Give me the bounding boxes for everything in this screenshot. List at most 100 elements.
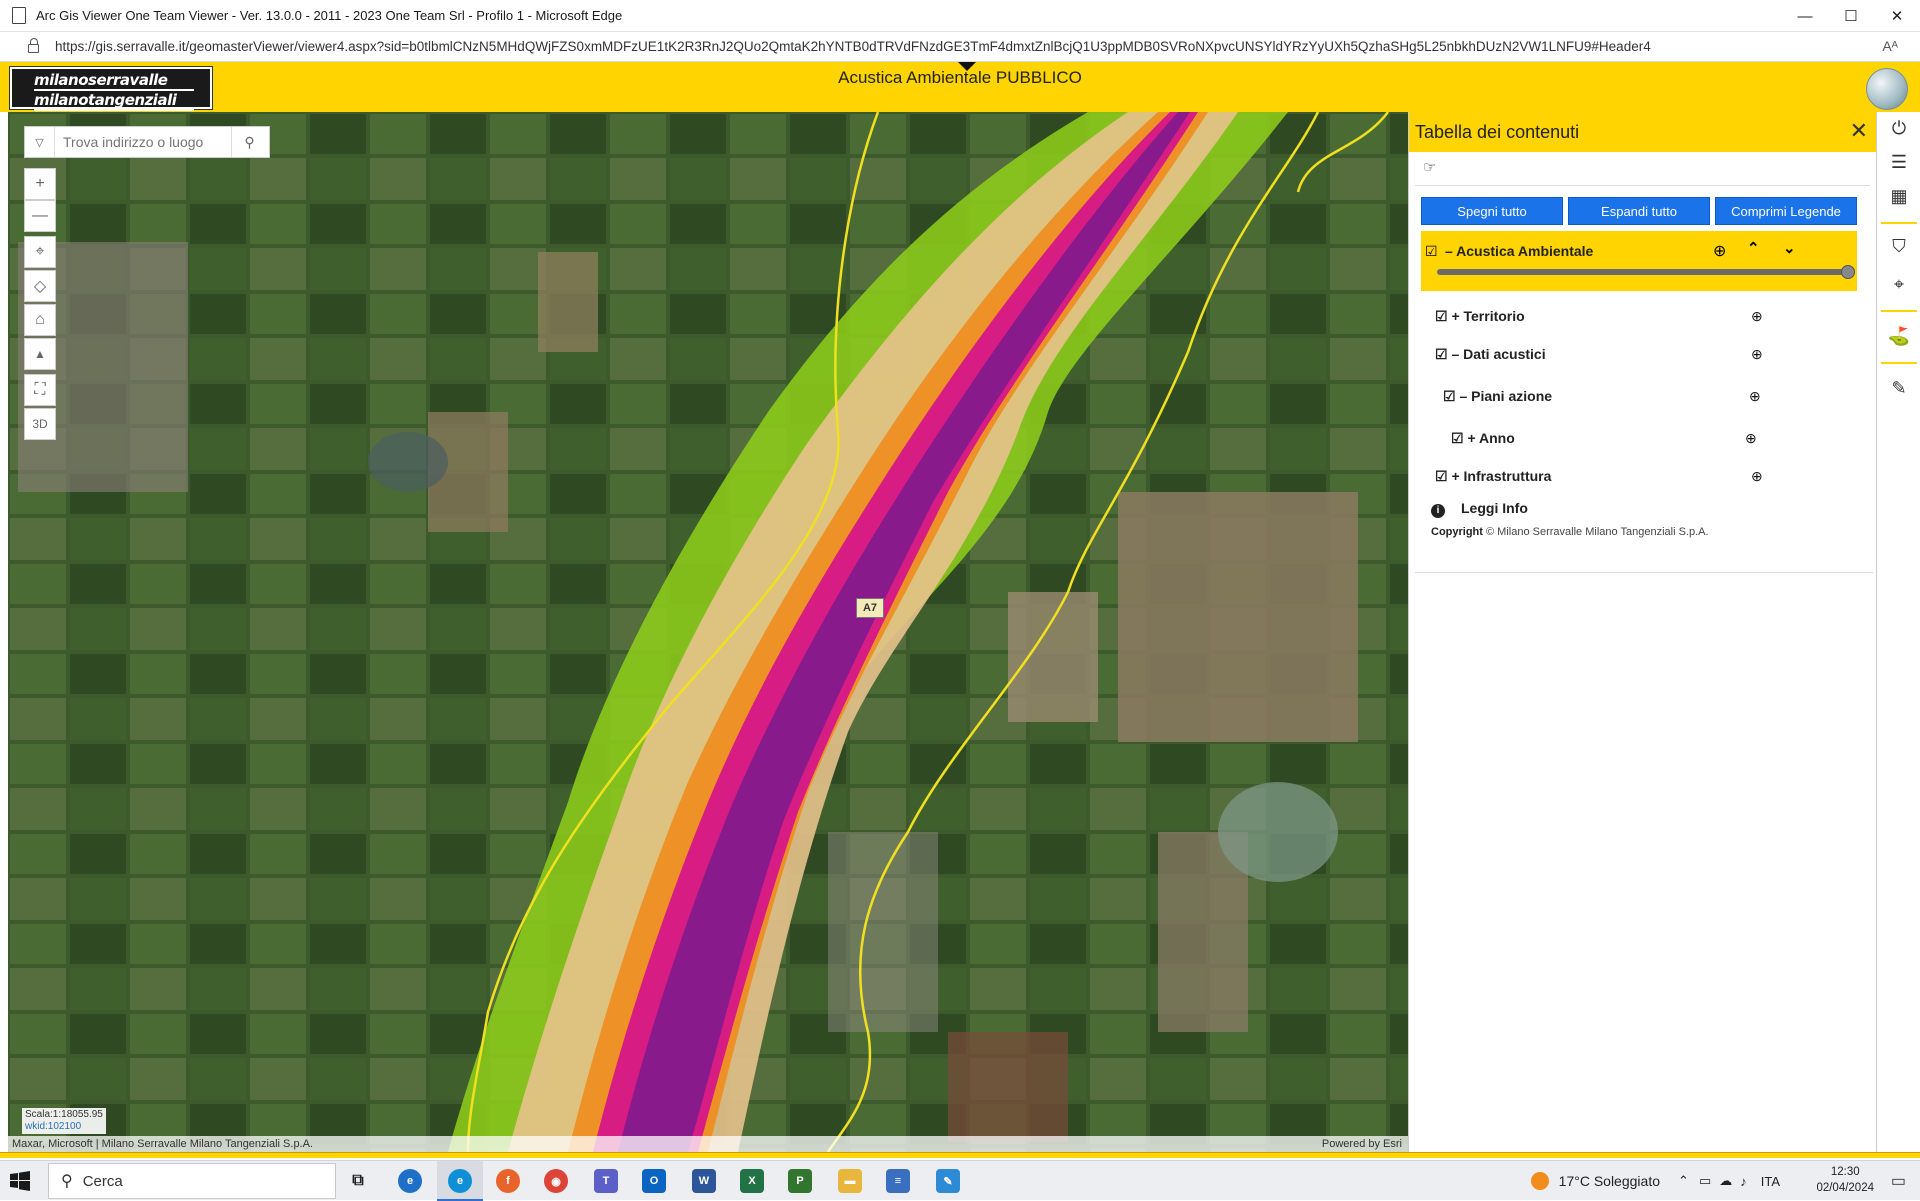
move-down-icon[interactable]: ⌄	[1783, 239, 1796, 257]
lock-icon[interactable]	[28, 38, 39, 53]
search-source-dropdown-icon[interactable]: ▽	[25, 127, 55, 157]
zoom-to-layer-icon[interactable]: ⊕	[1751, 468, 1763, 485]
zoom-to-layer-icon[interactable]: ⊕	[1745, 430, 1757, 447]
print-icon[interactable]: ⛉	[1885, 232, 1913, 260]
volume-icon[interactable]: ♪	[1740, 1174, 1747, 1189]
notification-icon[interactable]: ▭	[1891, 1171, 1906, 1191]
copyright-owner: © Milano Serravalle Milano Tangenziali S…	[1486, 526, 1709, 538]
app-title: Acustica Ambientale PUBBLICO	[838, 68, 1082, 87]
project-icon[interactable]: P	[788, 1169, 812, 1193]
excel-icon[interactable]: X	[740, 1169, 764, 1193]
zoom-to-layer-icon[interactable]: ⊕	[1749, 388, 1761, 405]
measure-icon[interactable]: ⛳	[1885, 322, 1913, 350]
scale-text: Scala:1:18055.95	[25, 1109, 103, 1120]
task-view-icon[interactable]: ⧉	[346, 1169, 370, 1193]
table-of-contents-icon[interactable]: ☰	[1885, 148, 1913, 176]
toc-title: Tabella dei contenuti	[1415, 122, 1580, 142]
language-indicator[interactable]: ITA	[1761, 1174, 1780, 1189]
system-tray[interactable]: ⌃ ▭ ☁ ♪ ITA	[1678, 1161, 1780, 1201]
word-icon[interactable]: W	[692, 1169, 716, 1193]
compass-button[interactable]: ▲	[24, 338, 56, 370]
window-title: Arc Gis Viewer One Team Viewer - Ver. 13…	[36, 8, 623, 23]
layers-button[interactable]: ◇	[24, 270, 56, 302]
windows-taskbar: ⚲ Cerca ⧉ e e f ◉ T O W X P ▬ ≡ ✎ 17°C S…	[0, 1160, 1920, 1201]
move-up-icon[interactable]: ⌃	[1747, 239, 1760, 257]
internet-explorer-icon[interactable]: e	[398, 1169, 422, 1193]
layer-piani-azione[interactable]: ☑ – Piani azione ⊕	[1443, 384, 1853, 408]
app-header: milanoserravalle milanotangenziali Acust…	[0, 62, 1920, 112]
vpn-icon[interactable]: ≡	[886, 1169, 910, 1193]
firefox-icon[interactable]: f	[496, 1169, 520, 1193]
power-icon[interactable]: ⏻	[1885, 114, 1913, 142]
close-window-button[interactable]: ✕	[1874, 0, 1920, 32]
sun-icon	[1530, 1172, 1549, 1190]
opacity-slider-handle[interactable]	[1841, 265, 1855, 279]
toc-button-row: Spegni tutto Espandi tutto Comprimi Lege…	[1421, 197, 1876, 225]
teams-icon[interactable]: T	[594, 1169, 618, 1193]
paint-icon[interactable]: ✎	[936, 1169, 960, 1193]
layer-infrastruttura[interactable]: ☑ + Infrastruttura ⊕	[1435, 464, 1855, 488]
basemap-icon[interactable]: ▦	[1885, 182, 1913, 210]
zoom-to-layer-icon[interactable]: ⊕	[1751, 346, 1763, 363]
outlook-icon[interactable]: O	[642, 1169, 666, 1193]
layer-label[interactable]: – Acustica Ambientale	[1445, 243, 1593, 259]
edge-icon[interactable]: e	[448, 1169, 472, 1193]
weather-widget[interactable]: 17°C Soleggiato	[1530, 1161, 1660, 1201]
divider	[1881, 310, 1917, 312]
layer-label[interactable]: ☑ + Infrastruttura	[1435, 468, 1551, 485]
layer-label[interactable]: ☑ + Anno	[1451, 430, 1515, 447]
zoom-in-button[interactable]: +	[24, 168, 56, 200]
info-label[interactable]: Leggi Info	[1461, 500, 1528, 516]
taskbar-search-label: Cerca	[82, 1172, 123, 1190]
search-input[interactable]	[55, 128, 231, 156]
address-bar[interactable]: https://gis.serravalle.it/geomasterViewe…	[0, 32, 1920, 62]
opacity-slider[interactable]	[1437, 265, 1855, 279]
chrome-icon[interactable]: ◉	[544, 1169, 568, 1193]
draw-icon[interactable]: ✎	[1885, 374, 1913, 402]
window-controls: — ☐ ✕	[1782, 0, 1920, 32]
search-icon[interactable]: ⚲	[231, 127, 267, 157]
network-icon[interactable]: ▭	[1699, 1173, 1711, 1189]
maximize-button[interactable]: ☐	[1828, 0, 1874, 32]
turn-off-all-button[interactable]: Spegni tutto	[1421, 197, 1563, 225]
file-explorer-icon[interactable]: ▬	[838, 1169, 862, 1193]
satellite-map	[8, 112, 1408, 1152]
fullscreen-button[interactable]: ⛶	[24, 374, 56, 406]
url-text[interactable]: https://gis.serravalle.it/geomasterViewe…	[55, 39, 1855, 54]
home-button[interactable]: ⌂	[24, 304, 56, 336]
minimize-button[interactable]: —	[1782, 0, 1828, 32]
powered-by-esri[interactable]: Powered by Esri	[1322, 1136, 1402, 1152]
globe-icon[interactable]	[1866, 68, 1908, 110]
zoom-out-button[interactable]: —	[24, 200, 56, 232]
layer-acustica-ambientale[interactable]: ☑ – Acustica Ambientale ⊕ ⌃ ⌄	[1421, 231, 1857, 291]
weather-text: 17°C Soleggiato	[1558, 1173, 1660, 1189]
layer-label[interactable]: ☑ – Piani azione	[1443, 388, 1552, 405]
expand-all-button[interactable]: Espandi tutto	[1568, 197, 1710, 225]
onedrive-icon[interactable]: ☁	[1719, 1173, 1732, 1189]
zoom-to-layer-icon[interactable]: ⊕	[1713, 241, 1726, 261]
windows-start-icon[interactable]	[10, 1171, 30, 1191]
pointer-hand-icon[interactable]: ☞	[1423, 158, 1436, 176]
layer-territorio[interactable]: ☑ + Territorio ⊕	[1435, 304, 1855, 328]
read-info-link[interactable]: i Leggi Info	[1431, 500, 1528, 518]
zoom-to-layer-icon[interactable]: ⊕	[1751, 308, 1763, 325]
clock[interactable]: 12:30 02/04/2024	[1816, 1164, 1874, 1196]
coordinate-locate-icon[interactable]: ⌖	[1885, 270, 1913, 298]
layer-anno[interactable]: ☑ + Anno ⊕	[1451, 426, 1851, 450]
3d-view-button[interactable]: 3D	[24, 408, 56, 440]
toc-toolbar: ☞	[1415, 152, 1870, 186]
collapse-legends-button[interactable]: Comprimi Legende	[1715, 197, 1857, 225]
close-icon[interactable]: ✕	[1850, 118, 1868, 144]
layer-dati-acustici[interactable]: ☑ – Dati acustici ⊕	[1435, 342, 1855, 366]
map-view[interactable]: A7 ▽ ⚲ + — ⌖ ◇ ⌂ ▲ ⛶ 3D Scala:1:18055.95…	[8, 112, 1408, 1152]
layer-label[interactable]: ☑ + Territorio	[1435, 308, 1525, 325]
checkbox-icon[interactable]: ☑	[1425, 243, 1438, 260]
clock-date: 02/04/2024	[1816, 1182, 1874, 1194]
layer-label[interactable]: ☑ – Dati acustici	[1435, 346, 1546, 363]
info-icon: i	[1431, 504, 1445, 518]
window-titlebar: Arc Gis Viewer One Team Viewer - Ver. 13…	[0, 0, 1920, 32]
read-aloud-icon[interactable]: Aᴬ	[1882, 38, 1898, 54]
taskbar-search[interactable]: ⚲ Cerca	[48, 1163, 336, 1199]
locate-button[interactable]: ⌖	[24, 236, 56, 268]
chevron-up-icon[interactable]: ⌃	[1678, 1173, 1689, 1189]
